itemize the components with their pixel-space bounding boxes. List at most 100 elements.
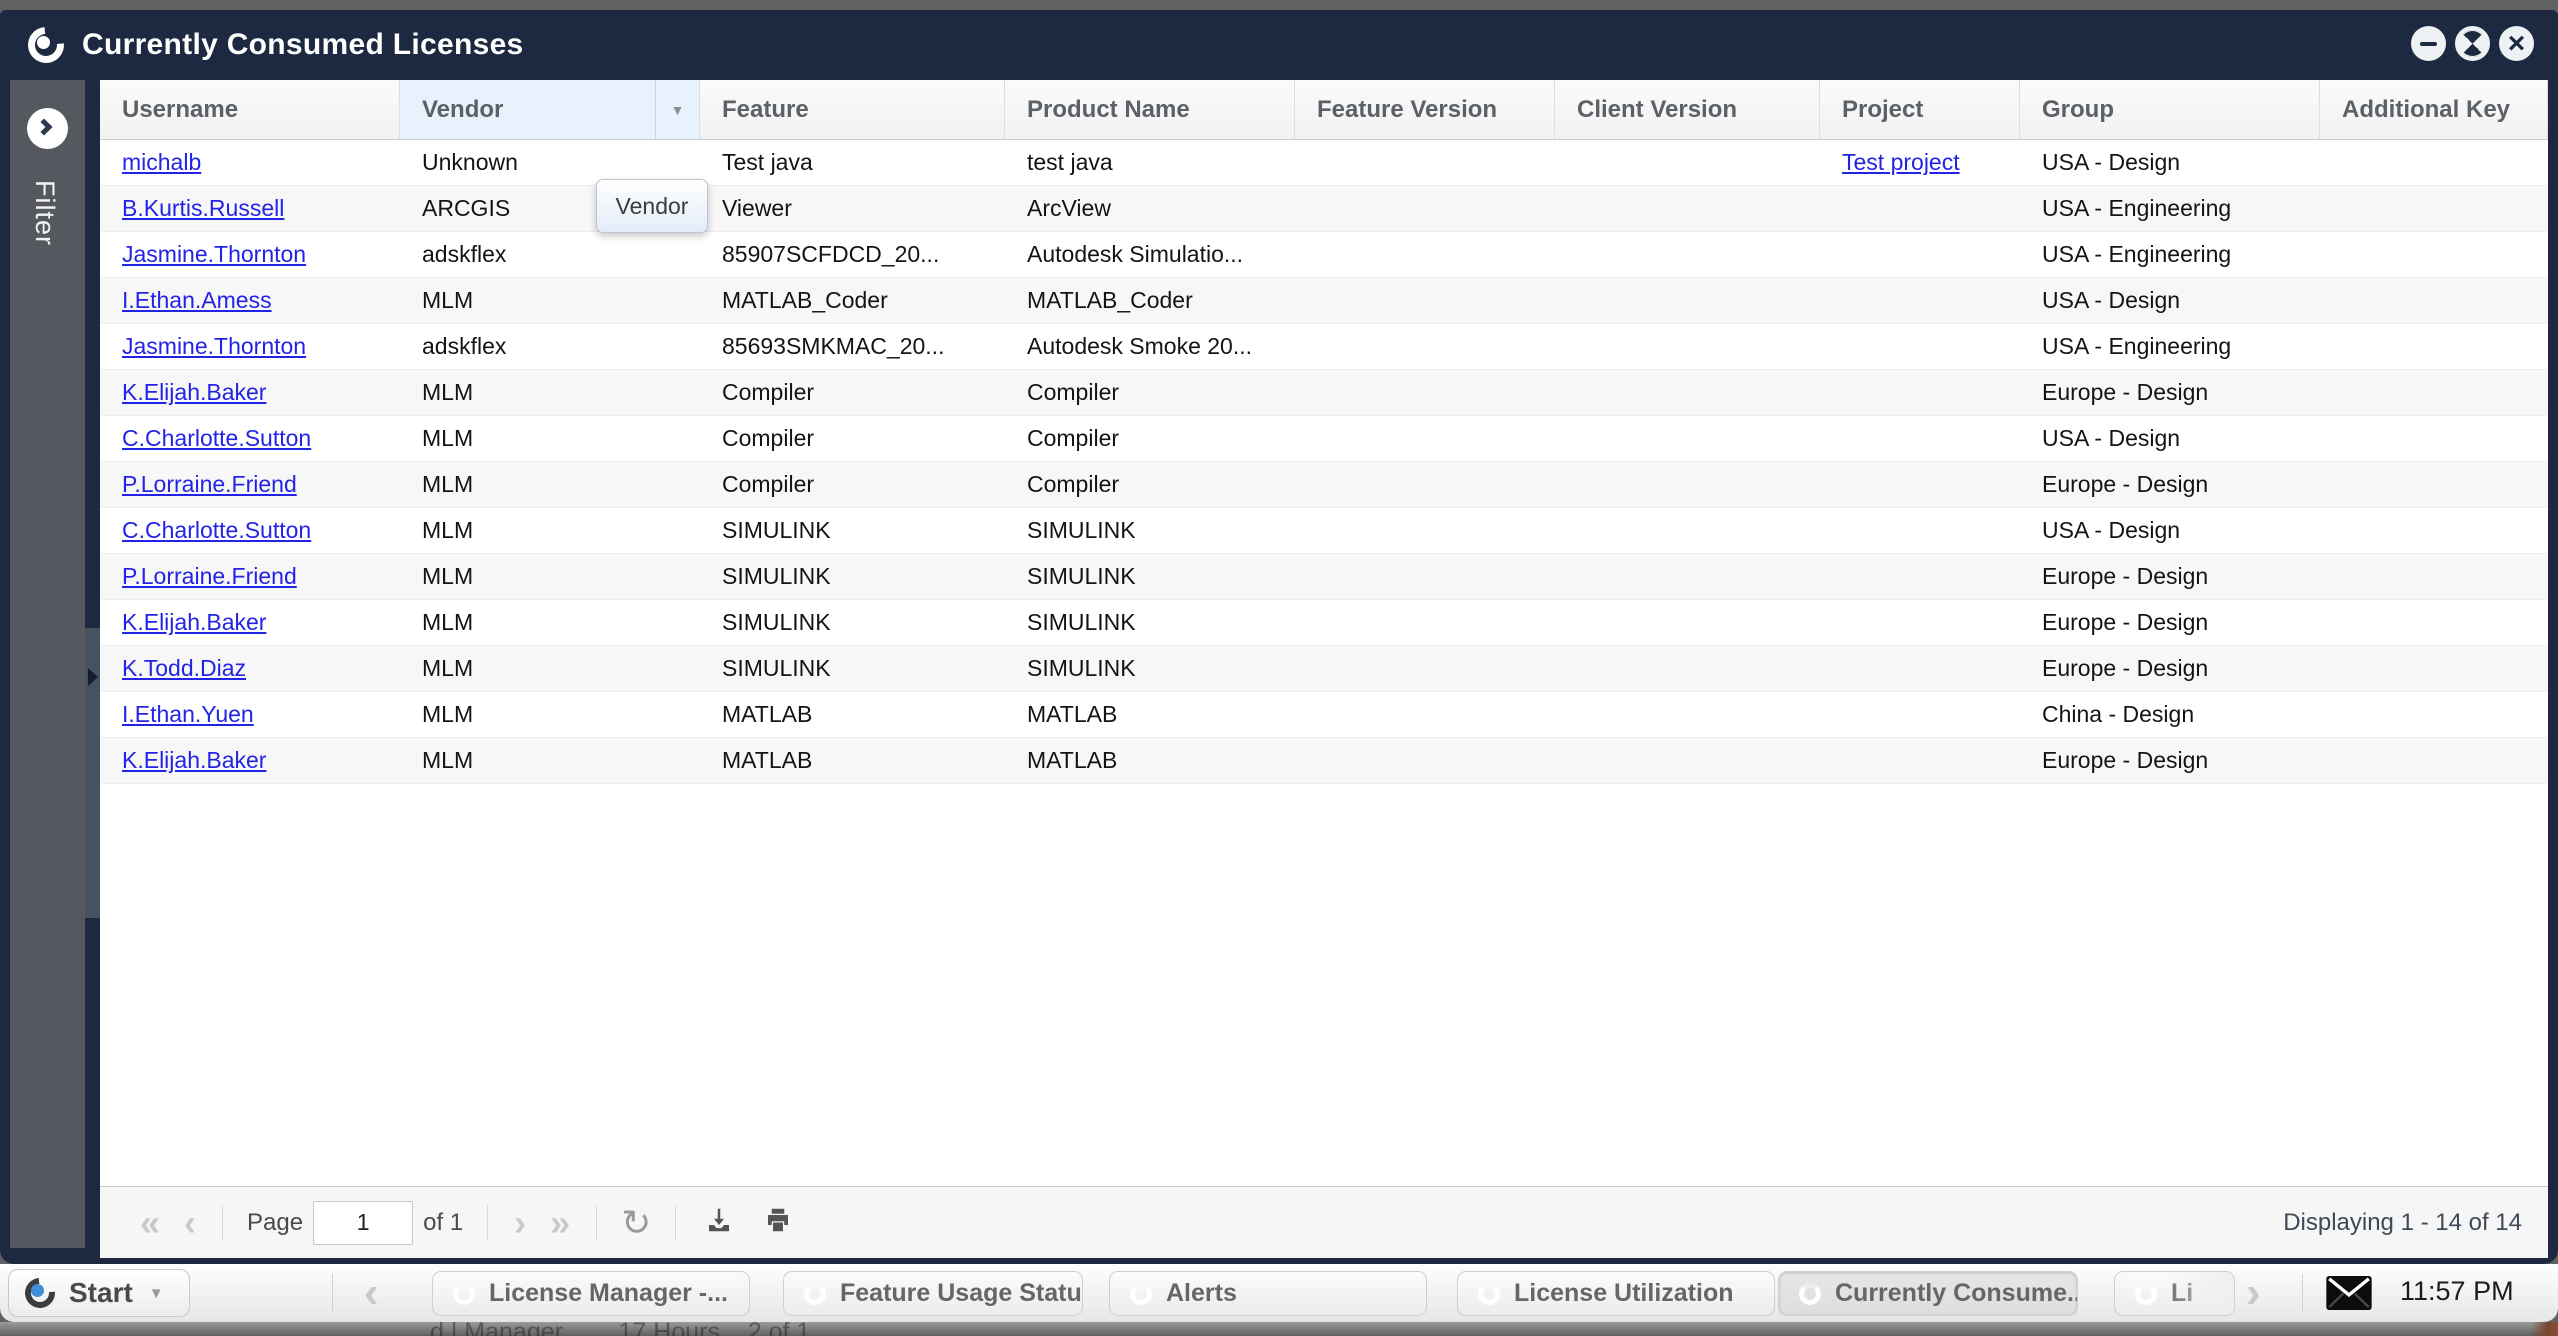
cell-feature: SIMULINK: [700, 646, 1005, 691]
column-header-vendor[interactable]: Vendor▼: [400, 80, 700, 139]
column-header-label: Group: [2042, 96, 2114, 124]
cell-feature_version: [1295, 508, 1555, 553]
first-page-icon[interactable]: «: [140, 1193, 160, 1253]
username-link[interactable]: K.Todd.Diaz: [122, 655, 246, 682]
taskbar-scroll-right-icon[interactable]: ›: [2246, 1268, 2261, 1318]
table-row[interactable]: K.Elijah.BakerMLMSIMULINKSIMULINKEurope …: [100, 600, 2548, 646]
filter-panel-collapsed[interactable]: Filter: [10, 80, 85, 1248]
column-header-feature_version[interactable]: Feature Version: [1295, 80, 1555, 139]
table-row[interactable]: I.Ethan.YuenMLMMATLABMATLABChina - Desig…: [100, 692, 2548, 738]
cell-feature_version: [1295, 462, 1555, 507]
table-row[interactable]: K.Todd.DiazMLMSIMULINKSIMULINKEurope - D…: [100, 646, 2548, 692]
splitter-column: [85, 80, 100, 1248]
last-page-icon[interactable]: »: [550, 1193, 570, 1253]
divider: [675, 1205, 676, 1241]
prev-page-icon[interactable]: ‹: [184, 1193, 196, 1253]
cell-client_version: [1555, 324, 1820, 369]
column-header-group[interactable]: Group: [2020, 80, 2320, 139]
cell-group: Europe - Design: [2020, 370, 2320, 415]
cell-feature_version: [1295, 186, 1555, 231]
username-link[interactable]: K.Elijah.Baker: [122, 609, 266, 636]
column-tooltip: Vendor: [596, 179, 708, 233]
table-row[interactable]: P.Lorraine.FriendMLMSIMULINKSIMULINKEuro…: [100, 554, 2548, 600]
cell-feature_version: [1295, 554, 1555, 599]
mail-envelope-icon[interactable]: [2326, 1276, 2372, 1315]
cell-product_name: ArcView: [1005, 186, 1295, 231]
cell-client_version: [1555, 508, 1820, 553]
username-link[interactable]: P.Lorraine.Friend: [122, 471, 297, 498]
task-app-icon: [453, 1283, 475, 1305]
cell-group: Europe - Design: [2020, 554, 2320, 599]
taskbar-button-license-manager[interactable]: License Manager -...: [432, 1271, 750, 1316]
cell-group: USA - Design: [2020, 140, 2320, 185]
cell-additional_key: [2320, 232, 2548, 277]
splitter-handle[interactable]: [85, 628, 100, 918]
username-link[interactable]: michalb: [122, 149, 201, 176]
start-caret-icon: ▼: [149, 1285, 164, 1302]
window-titlebar[interactable]: Currently Consumed Licenses ×: [0, 10, 2558, 80]
cell-project: [1820, 600, 2020, 645]
column-dropdown-trigger-icon[interactable]: ▼: [655, 80, 699, 139]
table-row[interactable]: Jasmine.Thorntonadskflex85907SCFDCD_20..…: [100, 232, 2548, 278]
table-row[interactable]: C.Charlotte.SuttonMLMSIMULINKSIMULINKUSA…: [100, 508, 2548, 554]
project-link[interactable]: Test project: [1842, 149, 1960, 176]
pagination-toolbar: « ‹ Page of 1 › » ↻ Displaying 1 - 14 of: [100, 1186, 2548, 1258]
table-row[interactable]: C.Charlotte.SuttonMLMCompilerCompilerUSA…: [100, 416, 2548, 462]
page-number-input[interactable]: [313, 1201, 413, 1245]
username-link[interactable]: K.Elijah.Baker: [122, 379, 266, 406]
cell-username: michalb: [100, 140, 400, 185]
task-fade-overlay: [2164, 1272, 2234, 1315]
task-button-label: License Manager -...: [489, 1279, 728, 1308]
username-link[interactable]: Jasmine.Thornton: [122, 333, 306, 360]
username-link[interactable]: Jasmine.Thornton: [122, 241, 306, 268]
column-header-label: Username: [122, 96, 238, 124]
username-link[interactable]: C.Charlotte.Sutton: [122, 425, 311, 452]
cell-additional_key: [2320, 554, 2548, 599]
maximize-button-icon[interactable]: [2455, 26, 2490, 61]
column-header-client_version[interactable]: Client Version: [1555, 80, 1820, 139]
column-header-additional_key[interactable]: Additional Key: [2320, 80, 2548, 139]
filter-expand-icon[interactable]: [27, 108, 68, 149]
taskbar-button-currently-consume[interactable]: Currently Consume...: [1778, 1271, 2078, 1316]
splitter-arrow-icon: [88, 668, 98, 686]
cell-vendor: MLM: [400, 370, 700, 415]
cell-group: USA - Engineering: [2020, 186, 2320, 231]
table-row[interactable]: I.Ethan.AmessMLMMATLAB_CoderMATLAB_Coder…: [100, 278, 2548, 324]
table-row[interactable]: K.Elijah.BakerMLMCompilerCompilerEurope …: [100, 370, 2548, 416]
refresh-icon[interactable]: ↻: [621, 1202, 651, 1244]
cell-product_name: test java: [1005, 140, 1295, 185]
cell-group: USA - Design: [2020, 278, 2320, 323]
minimize-button-icon[interactable]: [2411, 26, 2446, 61]
table-row[interactable]: Jasmine.Thorntonadskflex85693SMKMAC_20..…: [100, 324, 2548, 370]
username-link[interactable]: I.Ethan.Yuen: [122, 701, 254, 728]
taskbar-button-license-utilization[interactable]: License Utilization: [1457, 1271, 1775, 1316]
taskbar-button-feature-usage-status[interactable]: Feature Usage Status: [783, 1271, 1083, 1316]
username-link[interactable]: C.Charlotte.Sutton: [122, 517, 311, 544]
username-link[interactable]: I.Ethan.Amess: [122, 287, 272, 314]
close-button-icon[interactable]: ×: [2499, 26, 2534, 61]
export-download-icon[interactable]: [704, 1205, 734, 1240]
start-button[interactable]: Start ▼: [8, 1269, 190, 1317]
print-icon[interactable]: [762, 1205, 794, 1240]
taskbar-button-li[interactable]: Li: [2114, 1271, 2235, 1316]
table-row[interactable]: P.Lorraine.FriendMLMCompilerCompilerEuro…: [100, 462, 2548, 508]
column-header-username[interactable]: Username: [100, 80, 400, 139]
cell-group: China - Design: [2020, 692, 2320, 737]
username-link[interactable]: P.Lorraine.Friend: [122, 563, 297, 590]
column-header-product_name[interactable]: Product Name: [1005, 80, 1295, 139]
table-row[interactable]: B.Kurtis.RussellARCGISViewerArcViewUSA -…: [100, 186, 2548, 232]
column-header-project[interactable]: Project: [1820, 80, 2020, 139]
cell-project: [1820, 738, 2020, 783]
column-header-feature[interactable]: Feature: [700, 80, 1005, 139]
cell-project: [1820, 278, 2020, 323]
cell-feature_version: [1295, 278, 1555, 323]
cell-username: B.Kurtis.Russell: [100, 186, 400, 231]
username-link[interactable]: B.Kurtis.Russell: [122, 195, 284, 222]
taskbar-scroll-left-icon[interactable]: ‹: [364, 1268, 379, 1318]
username-link[interactable]: K.Elijah.Baker: [122, 747, 266, 774]
column-header-label: Additional Key: [2342, 96, 2510, 124]
table-row[interactable]: michalbUnknownTest javatest javaTest pro…: [100, 140, 2548, 186]
table-row[interactable]: K.Elijah.BakerMLMMATLABMATLABEurope - De…: [100, 738, 2548, 784]
next-page-icon[interactable]: ›: [514, 1193, 526, 1253]
taskbar-button-alerts[interactable]: Alerts: [1109, 1271, 1427, 1316]
